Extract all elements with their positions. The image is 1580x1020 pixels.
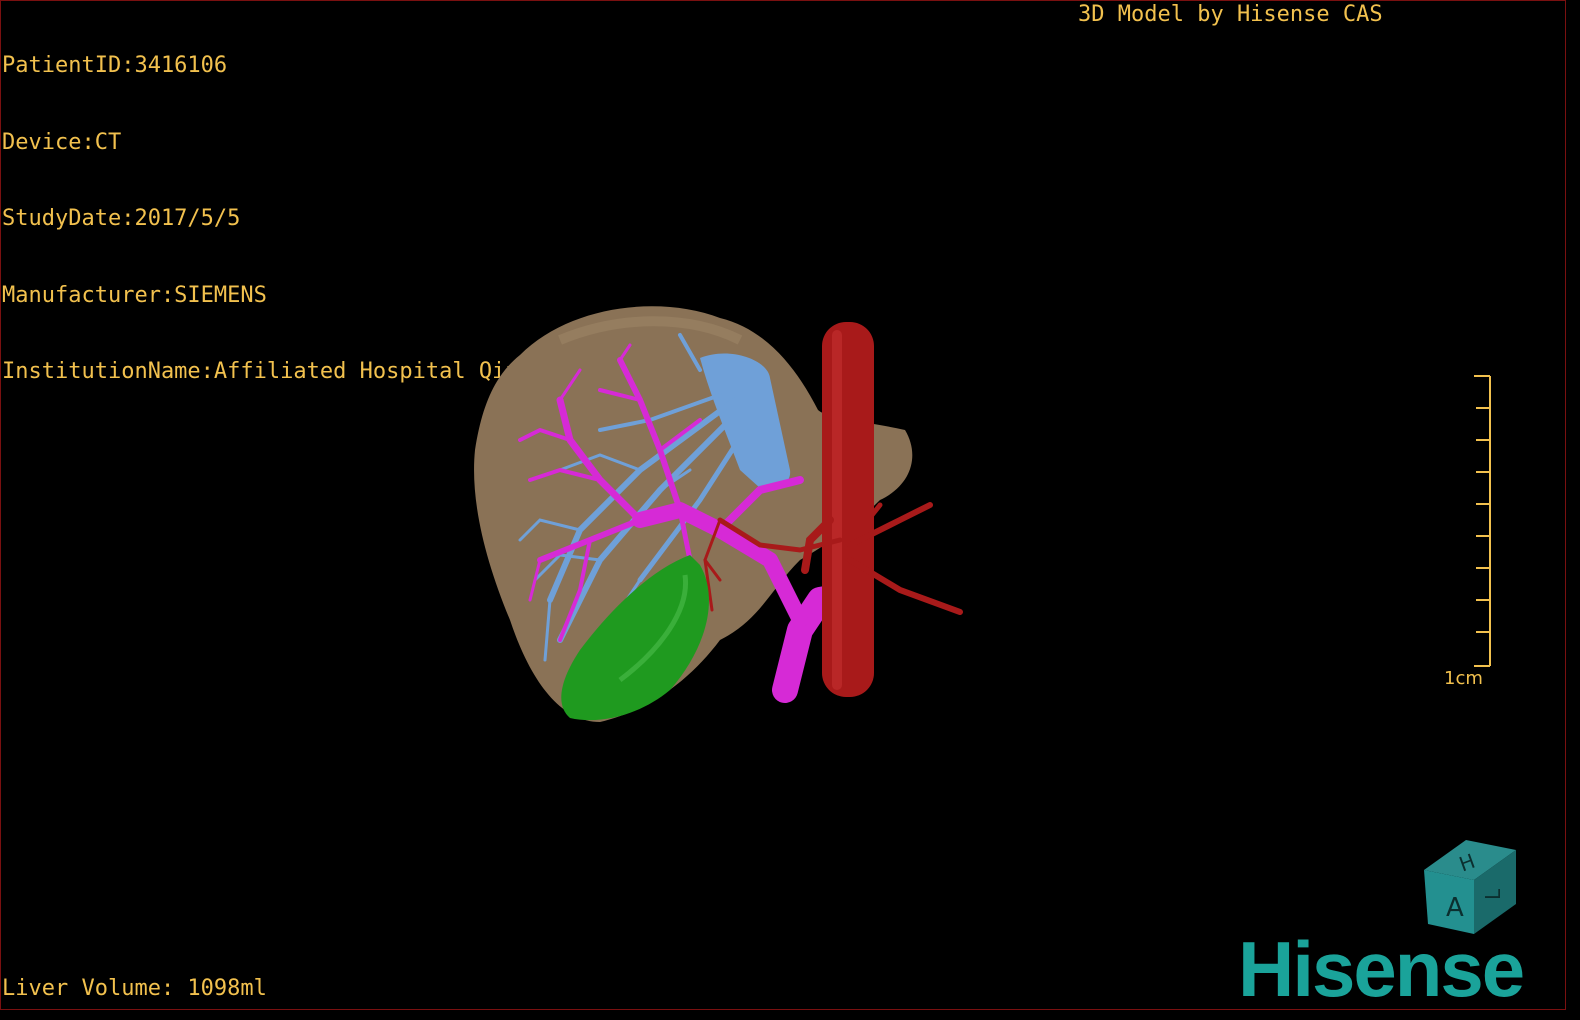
scale-bar	[1474, 375, 1491, 667]
cube-face-side: L	[1481, 888, 1505, 900]
hisense-logo: Hisense	[1238, 925, 1525, 1013]
liver-volume-text: Liver Volume: 1098ml	[2, 976, 267, 1001]
3d-model-viewport[interactable]	[0, 0, 1566, 1010]
orientation-cube[interactable]: A H L	[1418, 834, 1522, 938]
scale-bar-label: 1cm	[1444, 668, 1483, 689]
cube-face-front: A	[1446, 893, 1464, 923]
